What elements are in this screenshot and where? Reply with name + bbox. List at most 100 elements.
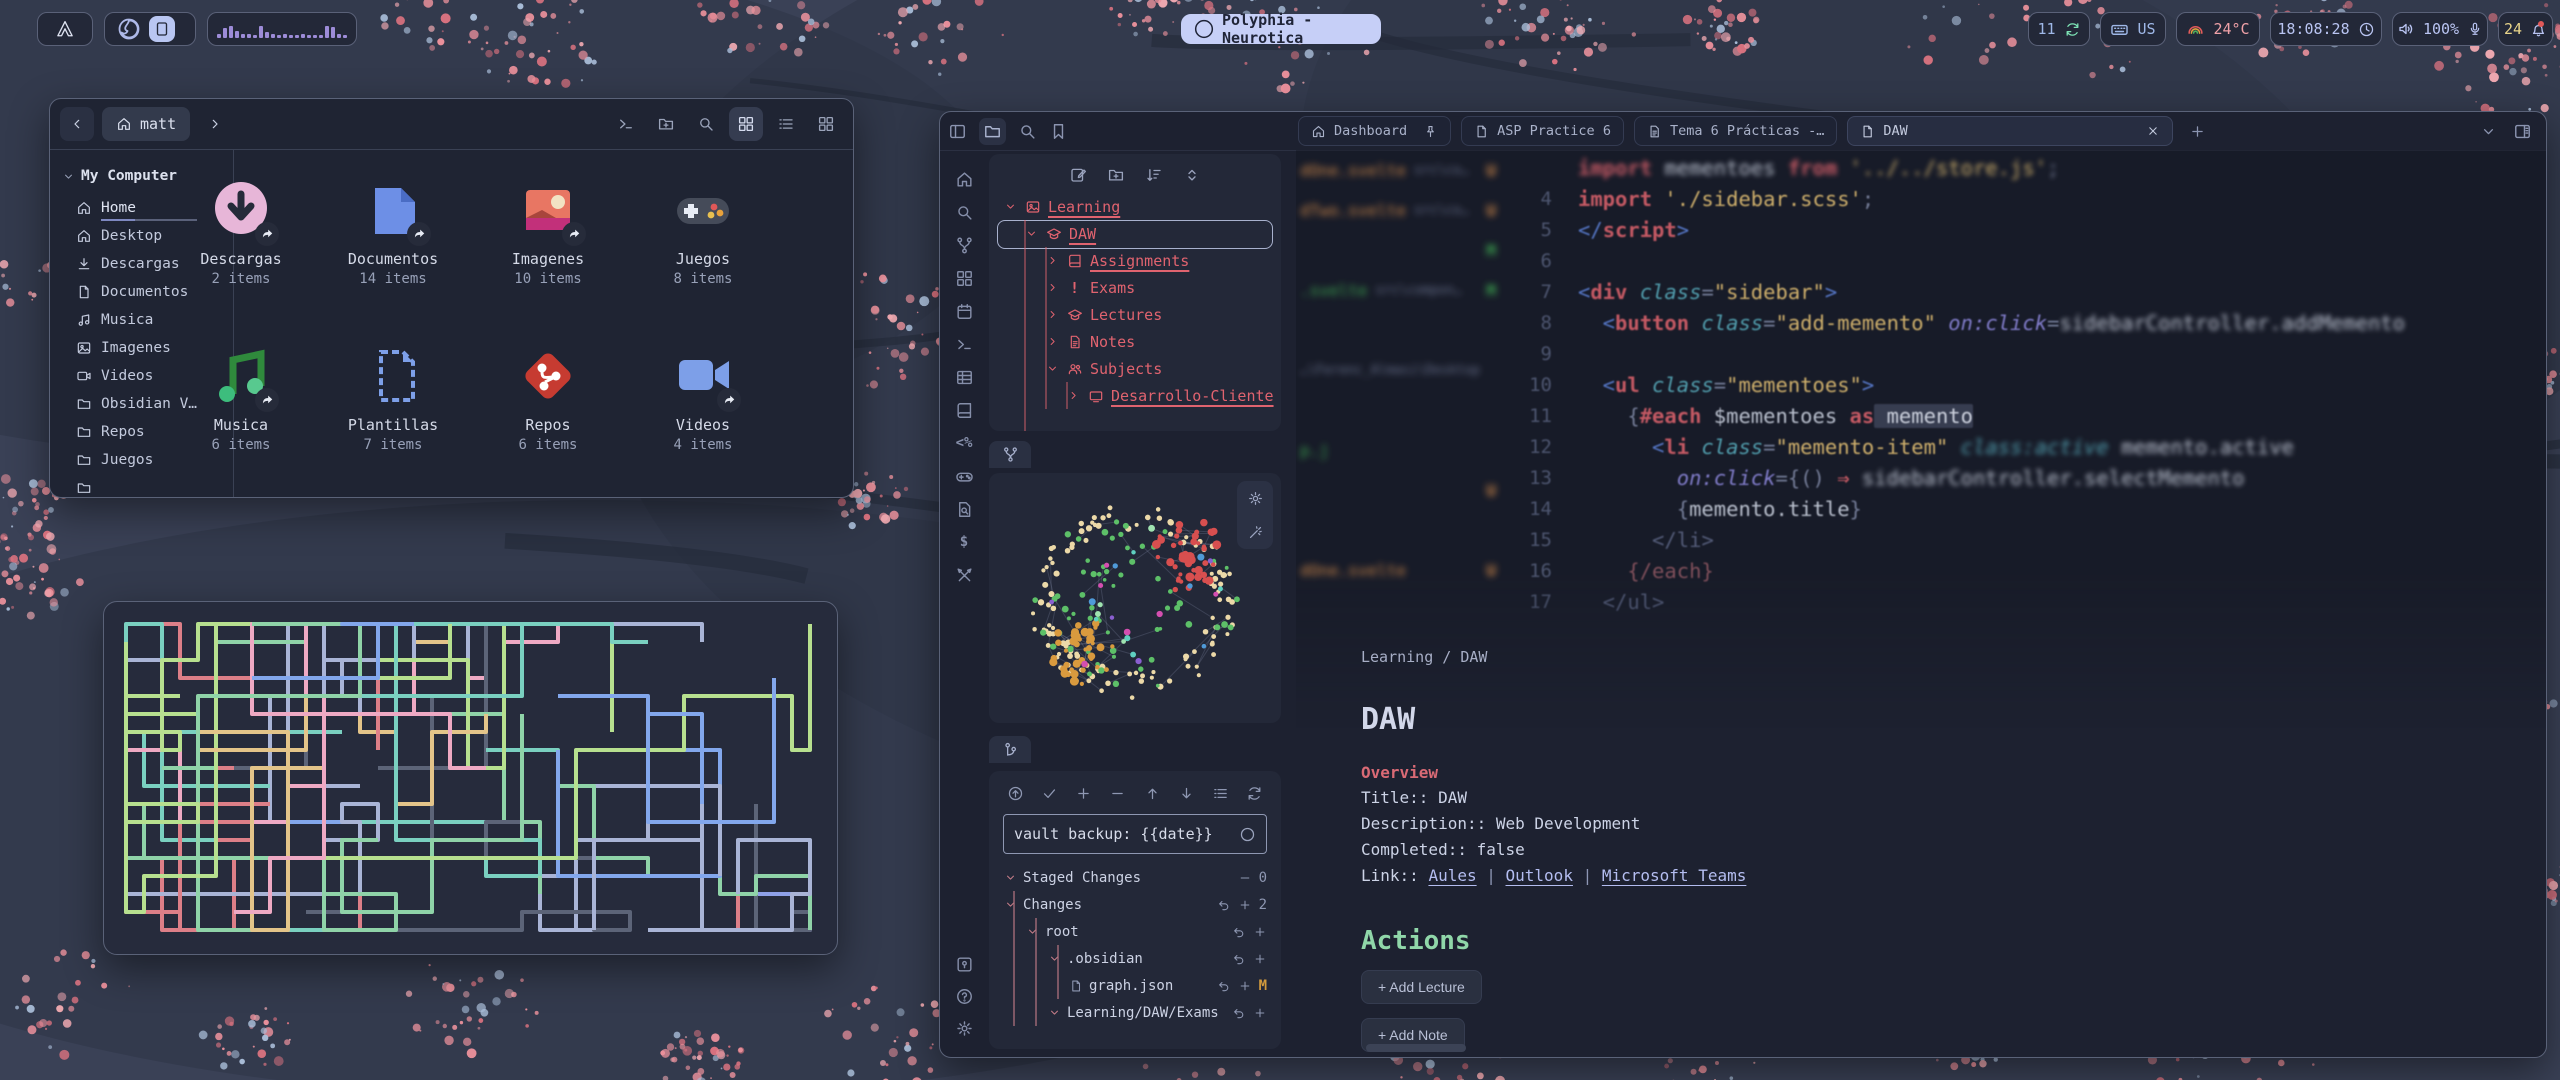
table-ribbon-icon[interactable] (953, 366, 975, 388)
filesearch-ribbon-icon[interactable] (953, 498, 975, 520)
file-item-count: 8 items (628, 271, 778, 287)
panel-left-icon[interactable] (948, 122, 967, 141)
tools-ribbon-icon[interactable] (953, 564, 975, 586)
tab-tema-6-pr-cticas-[interactable]: Tema 6 Prácticas -… (1634, 116, 1837, 146)
close-tab-icon[interactable] (2146, 124, 2160, 138)
file-item-label: Musica (166, 416, 316, 434)
file-item-count: 6 items (166, 437, 316, 453)
file-item-documentos[interactable]: Documentos14 items (318, 178, 468, 287)
book-ribbon-icon[interactable] (953, 399, 975, 421)
tab-dashboard[interactable]: Dashboard (1298, 116, 1451, 146)
template-ribbon-icon[interactable]: <% (953, 432, 975, 454)
list-view-icon[interactable] (769, 107, 803, 141)
home-icon (76, 200, 92, 216)
folder-icon (76, 424, 92, 440)
updates-widget[interactable]: 11 (2028, 12, 2090, 46)
file-grid: Descargas2 itemsDocumentos14 itemsImagen… (234, 150, 853, 498)
sidebar-item-label: Desktop (101, 228, 162, 244)
documents-folder-icon (361, 178, 425, 242)
updates-count: 11 (2037, 20, 2055, 38)
sidebar-item-extra[interactable] (50, 474, 233, 498)
tab-daw[interactable]: DAW (1847, 116, 2173, 146)
fork-ribbon-icon[interactable] (953, 234, 975, 256)
tab-asp-practice-6[interactable]: ASP Practice 6 (1461, 116, 1624, 146)
workspace-firefox-icon[interactable] (117, 17, 141, 41)
line-number: 13 (1502, 467, 1578, 489)
help-ribbon-icon[interactable] (953, 985, 975, 1007)
vault-ribbon-icon[interactable] (953, 953, 975, 975)
action-button--add-lecture[interactable]: + Add Lecture (1361, 970, 1482, 1004)
home-icon (1311, 124, 1326, 139)
gamepad-ribbon-icon[interactable] (953, 465, 975, 487)
compact-view-icon[interactable] (809, 107, 843, 141)
sidebar-group-label: My Computer (81, 168, 177, 184)
note-breadcrumb[interactable]: Learning / DAW (1361, 648, 2511, 666)
search-icon[interactable] (689, 107, 723, 141)
breadcrumb[interactable]: matt (102, 107, 190, 141)
grid-ribbon-icon[interactable] (953, 267, 975, 289)
git-status-badge: U (1486, 201, 1496, 220)
terminal-icon[interactable] (609, 107, 643, 141)
line-number: 12 (1502, 436, 1578, 458)
file-item-count: 10 items (473, 271, 623, 287)
media-widget[interactable]: Polyphia - Neurotica (1181, 14, 1381, 44)
file-item-imagenes[interactable]: Imagenes10 items (473, 178, 623, 287)
note-link-aules[interactable]: Aules (1428, 866, 1476, 885)
workspaces-widget[interactable] (104, 12, 196, 46)
line-number: 5 (1502, 219, 1578, 241)
note-field: Completed:: false (1361, 839, 2511, 860)
audio-widget[interactable]: 100% (2392, 12, 2488, 46)
sidebar-item-label: Home (101, 200, 136, 216)
notifications-widget[interactable]: 24 (2498, 12, 2553, 46)
workspace-document-icon[interactable] (149, 16, 175, 42)
speaker-icon (2397, 20, 2415, 38)
code-line: 17 </ul> (1502, 586, 2546, 617)
file-item-videos[interactable]: Videos4 items (628, 344, 778, 453)
file-item-count: 7 items (318, 437, 468, 453)
horizontal-scrollbar[interactable] (1366, 1044, 1466, 1052)
folder-icon[interactable] (979, 118, 1006, 145)
file-item-descargas[interactable]: Descargas2 items (166, 178, 316, 287)
file-item-count: 2 items (166, 271, 316, 287)
gear-ribbon-icon[interactable] (953, 1017, 975, 1039)
file-item-label: Juegos (628, 250, 778, 268)
forward-button[interactable] (198, 107, 232, 141)
note-link-outlook[interactable]: Outlook (1506, 866, 1573, 885)
note-link-microsoft-teams[interactable]: Microsoft Teams (1602, 866, 1747, 885)
code-line: 7<div class="sidebar"> (1502, 276, 2546, 307)
refresh-icon (2064, 21, 2081, 38)
launcher-button[interactable] (37, 12, 93, 46)
right-sidebar-toggle-icon[interactable] (2513, 122, 2532, 141)
back-button[interactable] (60, 107, 94, 141)
grid-view-icon[interactable] (729, 107, 763, 141)
terminal-ribbon-icon[interactable] (953, 333, 975, 355)
actions-heading: Actions (1361, 926, 2511, 956)
file-item-juegos[interactable]: Juegos 8 items (628, 178, 778, 287)
music-icon (76, 312, 92, 328)
new-tab-button[interactable] (2189, 123, 2206, 140)
new-folder-icon[interactable] (649, 107, 683, 141)
home-ribbon-icon[interactable] (953, 168, 975, 190)
bookmark-icon[interactable] (1049, 122, 1068, 141)
clock-widget[interactable]: 18:08:28 (2270, 12, 2382, 46)
file-item-label: Repos (473, 416, 623, 434)
mic-icon (2467, 21, 2483, 37)
file-item-musica[interactable]: Musica 6 items (166, 344, 316, 453)
git-status-badge: U (1486, 481, 1496, 500)
video-icon (76, 368, 92, 384)
weather-widget[interactable]: 24°C (2176, 12, 2260, 46)
keyboard-layout-widget[interactable]: US (2100, 12, 2166, 46)
shortcut-arrow-icon (255, 388, 279, 412)
search-icon[interactable] (1018, 122, 1037, 141)
sidebar-item-musica[interactable]: Musica (50, 306, 233, 334)
calendar-ribbon-icon[interactable] (953, 300, 975, 322)
file-item-repos[interactable]: Repos6 items (473, 344, 623, 453)
file-item-plantillas[interactable]: Plantillas7 items (318, 344, 468, 453)
note-content: Learning / DAW DAW Overview Title:: DAWD… (1361, 648, 2511, 1052)
spotify-icon (1194, 19, 1214, 39)
search-ribbon-icon[interactable] (953, 201, 975, 223)
tab-list-icon[interactable] (2480, 123, 2497, 140)
sidebar-item-label: Juegos (101, 452, 153, 468)
dollar-ribbon-icon[interactable]: $ (953, 531, 975, 553)
code-line: import mementoes from '../../store.js'; (1502, 152, 2546, 183)
